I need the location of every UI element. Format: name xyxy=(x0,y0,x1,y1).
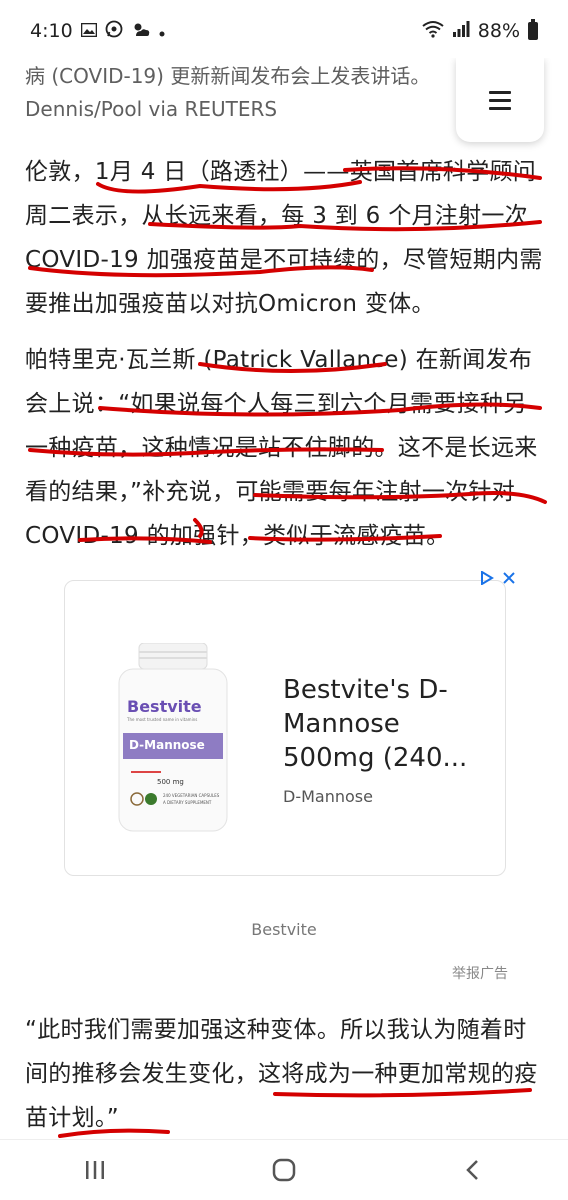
ad-choices-icon[interactable] xyxy=(480,570,494,589)
status-bar: 4:10 88% xyxy=(0,0,568,62)
hamburger-icon-bar xyxy=(489,90,511,94)
hamburger-icon-bar xyxy=(489,98,511,102)
dot-icon xyxy=(159,20,165,42)
hamburger-icon-bar xyxy=(489,106,511,110)
status-right: 88% xyxy=(422,19,538,43)
recent-apps-icon xyxy=(85,1161,104,1179)
whatsapp-icon xyxy=(105,20,123,43)
caption-line-1: 病 (COVID-19) 更新新闻发布会上发表讲话。 xyxy=(25,64,431,88)
ad-title[interactable]: Bestvite's D-Mannose 500mg (240... xyxy=(283,673,498,775)
close-icon[interactable] xyxy=(502,570,516,589)
system-nav-bar xyxy=(0,1139,568,1200)
menu-button[interactable] xyxy=(456,58,544,142)
article-paragraph-3: “此时我们需要加强这种变体。所以我认为随着时间的推移会发生变化，这将成为一种更加… xyxy=(25,1017,538,1131)
wifi-icon xyxy=(422,20,444,43)
ad-product-supplement-note: A DIETARY SUPPLEMENT xyxy=(163,800,212,805)
weather-icon xyxy=(131,20,151,42)
article-content: 病 (COVID-19) 更新新闻发布会上发表讲话。 Dennis/Pool v… xyxy=(0,58,568,1140)
back-icon xyxy=(466,1160,479,1180)
article-paragraph-2: 帕特里克·瓦兰斯 (Patrick Vallance) 在新闻发布会上说：“如果… xyxy=(25,347,538,549)
ad-product-tagline: The most trusted name in vitamins xyxy=(127,717,198,722)
image-icon xyxy=(80,20,97,42)
signal-icon xyxy=(452,20,470,43)
ad-product-image[interactable]: Bestvite The most trusted name in vitami… xyxy=(115,642,231,833)
back-button[interactable] xyxy=(443,1150,503,1190)
photo-caption: 病 (COVID-19) 更新新闻发布会上发表讲话。 Dennis/Pool v… xyxy=(25,60,465,126)
article-paragraph-1: 伦敦，1月 4 日（路透社）——英国首席科学顾问周二表示，从长远来看，每 3 到… xyxy=(25,159,543,317)
home-icon xyxy=(272,1158,296,1182)
ad-source[interactable]: Bestvite xyxy=(0,920,568,939)
status-left: 4:10 xyxy=(30,20,165,43)
caption-line-2: Dennis/Pool via REUTERS xyxy=(25,97,278,121)
ad-product-brand: Bestvite xyxy=(127,697,202,716)
report-ad-link[interactable]: 举报广告 xyxy=(452,963,508,983)
ad-product-label: D-Mannose xyxy=(129,738,205,752)
ad-product-capsule-note: 240 VEGETARIAN CAPSULES xyxy=(163,793,220,798)
battery-percent: 88% xyxy=(477,20,520,42)
ad-product-dose: 500 mg xyxy=(157,778,184,786)
ad-choices[interactable] xyxy=(480,570,516,589)
clock: 4:10 xyxy=(30,20,73,42)
recent-apps-button[interactable] xyxy=(65,1150,125,1190)
home-button[interactable] xyxy=(254,1150,314,1190)
ad-subtitle[interactable]: D-Mannose xyxy=(283,787,373,806)
battery-icon xyxy=(528,19,538,40)
ad-card[interactable]: Bestvite The most trusted name in vitami… xyxy=(64,580,506,876)
